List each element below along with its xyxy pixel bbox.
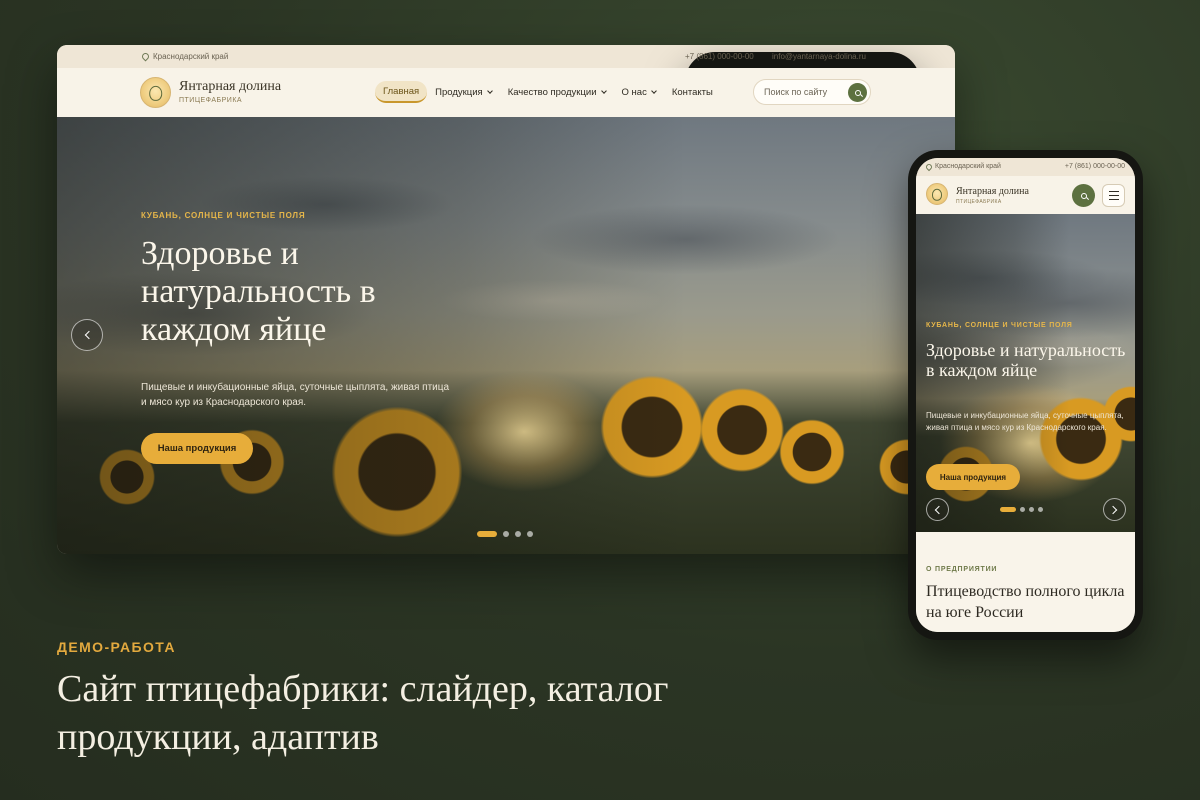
chevron-left-icon xyxy=(84,330,93,340)
search-input[interactable]: Поиск по сайту xyxy=(753,79,871,105)
slider-dot[interactable] xyxy=(1000,507,1016,512)
nav-item-contacts[interactable]: Контакты xyxy=(664,81,721,103)
chevron-left-icon xyxy=(934,505,944,514)
nav-item-quality[interactable]: Качество продукции xyxy=(500,81,614,103)
chevron-down-icon xyxy=(486,87,493,94)
slider-dots xyxy=(1000,507,1043,512)
caption-eyebrow: ДЕМО-РАБОТА xyxy=(57,639,176,655)
search-button[interactable] xyxy=(848,83,867,102)
search-placeholder: Поиск по сайту xyxy=(764,87,828,97)
slider-dot[interactable] xyxy=(515,531,521,537)
slider-dots xyxy=(477,531,533,537)
about-eyebrow: О ПРЕДПРИЯТИИ xyxy=(926,566,998,573)
desktop-header: Янтарная долина ПТИЦЕФАБРИКА Главная Про… xyxy=(57,68,955,117)
location: Краснодарский край xyxy=(924,162,1001,171)
our-products-button[interactable]: Наша продукция xyxy=(141,433,253,464)
about-title: Птицеводство полного цикла на юге России xyxy=(926,583,1125,621)
nav-item-label: Качество продукции xyxy=(507,86,597,98)
email-link[interactable]: info@yantarnaya-dolina.ru xyxy=(772,52,866,61)
caption-title: Сайт птицефабрики: слайдер, каталог прод… xyxy=(57,668,669,758)
slider-dot[interactable] xyxy=(1029,507,1034,512)
map-pin-icon xyxy=(924,162,934,171)
logo-emblem-icon[interactable] xyxy=(140,77,171,108)
location: Краснодарский край xyxy=(140,51,229,62)
search-icon xyxy=(854,89,861,96)
map-pin-icon xyxy=(140,51,151,62)
hero-eyebrow: КУБАНЬ, СОЛНЦЕ И ЧИСТЫЕ ПОЛЯ xyxy=(141,211,306,220)
location-text: Краснодарский край xyxy=(935,163,1001,170)
hamburger-icon xyxy=(1108,190,1119,193)
hero-description: Пищевые и инкубационные яйца, суточные ц… xyxy=(141,382,450,408)
logo-subtitle: ПТИЦЕФАБРИКА xyxy=(179,97,243,104)
slider-dot[interactable] xyxy=(503,531,509,537)
main-nav: Главная Продукция Качество продукции О н… xyxy=(375,81,721,103)
hero-title: Здоровье и натуральность в каждом яйце xyxy=(141,235,376,349)
chevron-down-icon xyxy=(600,87,607,94)
hamburger-icon xyxy=(1108,198,1119,201)
search-icon xyxy=(1080,192,1087,199)
phone-screen: Краснодарский край +7 (861) 000-00-00 Ян… xyxy=(916,158,1135,632)
logo-title[interactable]: Янтарная долина xyxy=(179,79,281,95)
phone-mockup: Краснодарский край +7 (861) 000-00-00 Ян… xyxy=(908,150,1143,640)
nav-item-about[interactable]: О нас xyxy=(614,81,664,103)
logo-emblem-icon[interactable] xyxy=(926,183,948,205)
search-button[interactable] xyxy=(1072,184,1095,207)
hero-slider: КУБАНЬ, СОЛНЦЕ И ЧИСТЫЕ ПОЛЯ Здоровье и … xyxy=(57,117,955,554)
mobile-hero-slider: КУБАНЬ, СОЛНЦЕ И ЧИСТЫЕ ПОЛЯ Здоровье и … xyxy=(916,214,1135,532)
desktop-topbar: Краснодарский край +7 (861) 000-00-00 in… xyxy=(57,45,955,542)
slider-next-button[interactable] xyxy=(1103,498,1126,521)
location-text: Краснодарский край xyxy=(153,52,229,61)
slider-dot[interactable] xyxy=(1020,507,1025,512)
desktop-mockup: Краснодарский край +7 (861) 000-00-00 in… xyxy=(57,45,955,554)
about-section: О ПРЕДПРИЯТИИ Птицеводство полного цикла… xyxy=(916,532,1135,632)
nav-item-products[interactable]: Продукция xyxy=(427,81,500,103)
logo-title[interactable]: Янтарная долина xyxy=(956,186,1029,197)
nav-item-label: Главная xyxy=(383,85,420,97)
slider-prev-button[interactable] xyxy=(926,498,949,521)
slider-prev-button[interactable] xyxy=(71,319,103,351)
logo-subtitle: ПТИЦЕФАБРИКА xyxy=(956,199,1002,205)
our-products-button[interactable]: Наша продукция xyxy=(926,464,1020,490)
mobile-header: Янтарная долина ПТИЦЕФАБРИКА xyxy=(916,176,1135,214)
hero-eyebrow: КУБАНЬ, СОЛНЦЕ И ЧИСТЫЕ ПОЛЯ xyxy=(926,322,1073,329)
hamburger-icon xyxy=(1108,194,1119,197)
mobile-topbar: Краснодарский край +7 (861) 000-00-00 xyxy=(916,158,1135,176)
chevron-down-icon xyxy=(650,87,657,94)
menu-button[interactable] xyxy=(1102,184,1125,207)
slider-dot[interactable] xyxy=(527,531,533,537)
nav-item-label: Продукция xyxy=(435,86,483,98)
phone-link[interactable]: +7 (861) 000-00-00 xyxy=(1065,163,1125,170)
nav-item-home[interactable]: Главная xyxy=(375,81,428,103)
slider-dot[interactable] xyxy=(477,531,497,537)
chevron-right-icon xyxy=(1108,505,1118,514)
nav-item-label: О нас xyxy=(621,86,647,98)
nav-item-label: Контакты xyxy=(671,86,713,98)
hero-description: Пищевые и инкубационные яйца, суточные ц… xyxy=(926,411,1124,432)
hero-title: Здоровье и натуральность в каждом яйце xyxy=(926,340,1126,381)
slider-dot[interactable] xyxy=(1038,507,1043,512)
